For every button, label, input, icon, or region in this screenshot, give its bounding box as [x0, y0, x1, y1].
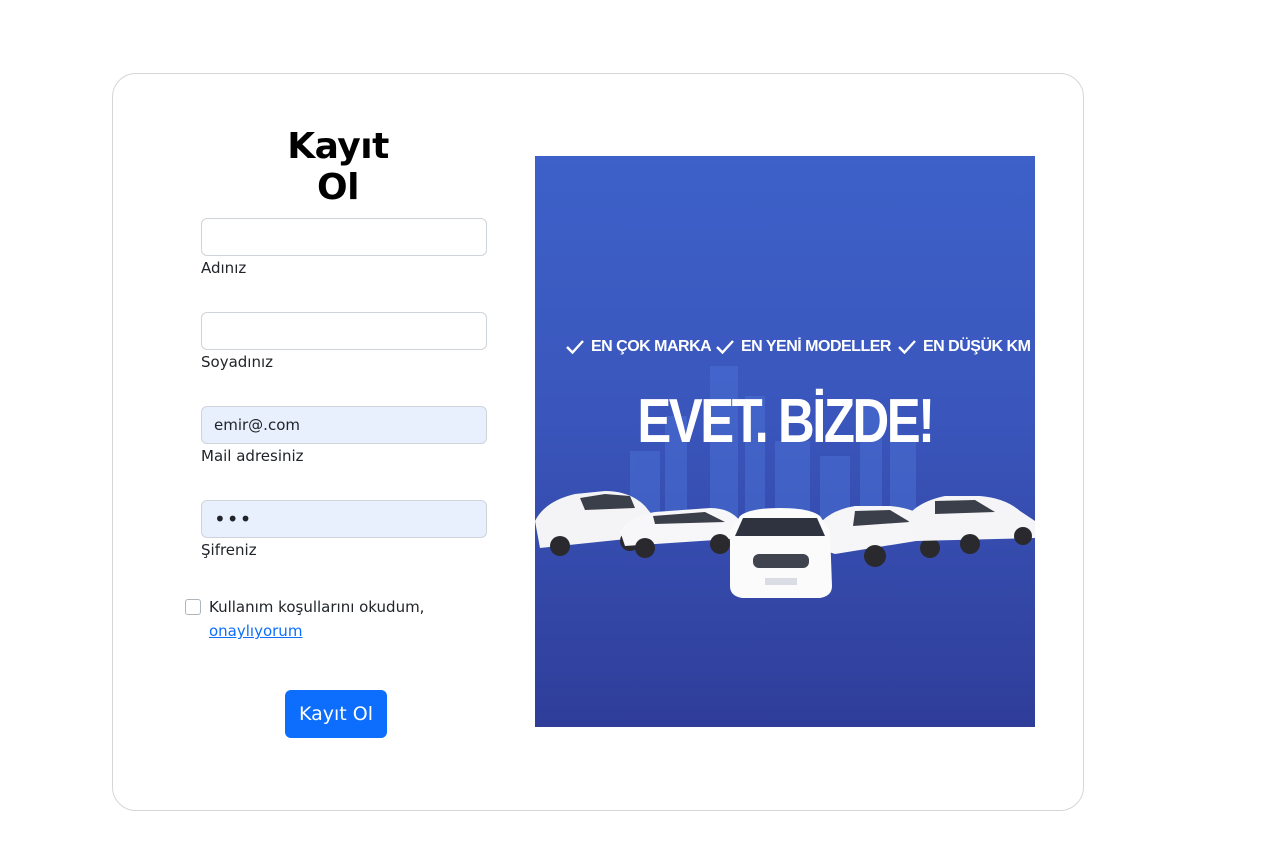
check-icon	[566, 340, 584, 355]
feature-label: EN DÜŞÜK KM	[923, 338, 1031, 355]
last-name-label: Soyadınız	[201, 353, 274, 371]
password-input[interactable]	[201, 500, 487, 538]
first-name-group: Adınız	[201, 218, 487, 277]
terms-checkbox[interactable]	[185, 599, 201, 615]
feature-label: EN YENİ MODELLER	[741, 338, 891, 355]
page-title: Kayıt Ol	[287, 126, 389, 208]
terms-text: Kullanım koşullarını okudum,	[209, 598, 425, 616]
car-image-3	[730, 508, 832, 598]
password-label: Şifreniz	[201, 541, 257, 559]
email-group: Mail adresiniz	[201, 406, 487, 465]
register-button[interactable]: Kayıt Ol	[285, 690, 387, 738]
feature-label: EN ÇOK MARKA	[591, 338, 712, 355]
last-name-input[interactable]	[201, 312, 487, 350]
check-icon	[716, 340, 734, 355]
register-card: Kayıt Ol Adınız Soyadınız Mail adresiniz…	[112, 73, 1084, 811]
terms-accept-link[interactable]: onaylıyorum	[209, 619, 302, 643]
feature-most-brands: EN ÇOK MARKA	[565, 338, 712, 356]
feature-newest-models: EN YENİ MODELLER	[715, 338, 891, 356]
last-name-group: Soyadınız	[201, 312, 487, 371]
first-name-label: Adınız	[201, 259, 247, 277]
email-label: Mail adresiniz	[201, 447, 304, 465]
check-icon	[898, 340, 916, 355]
feature-lowest-km: EN DÜŞÜK KM	[897, 338, 1031, 356]
email-input[interactable]	[201, 406, 487, 444]
banner-slogan: EVET. BİZDE!	[637, 387, 935, 456]
first-name-input[interactable]	[201, 218, 487, 256]
promo-banner: EN ÇOK MARKA EN YENİ MODELLER EN DÜŞÜK K…	[535, 156, 1035, 727]
password-group: Şifreniz	[201, 500, 487, 559]
cars-image	[535, 491, 1035, 598]
